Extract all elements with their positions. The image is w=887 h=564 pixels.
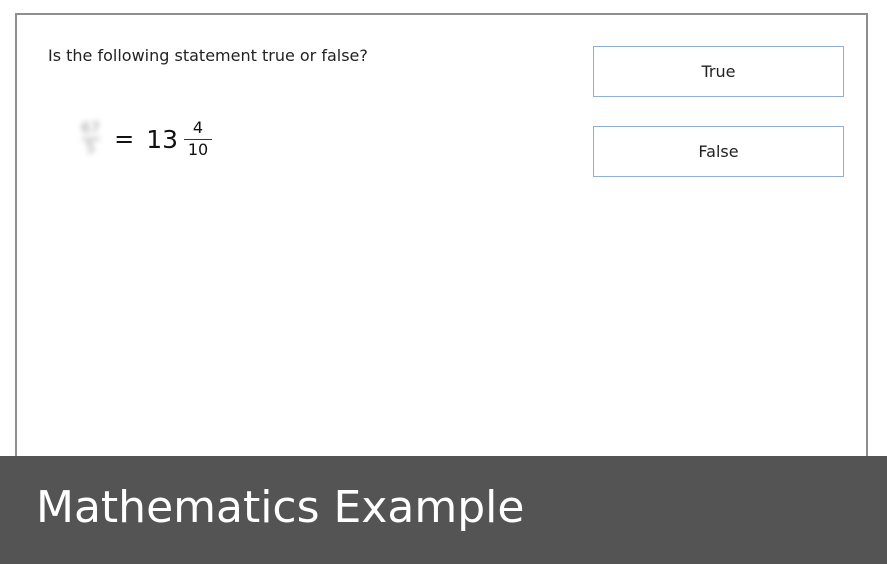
question-prompt: Is the following statement true or false… bbox=[48, 46, 368, 65]
fraction-denominator: 10 bbox=[187, 139, 209, 159]
proper-fraction: 4 10 bbox=[184, 117, 213, 159]
false-button[interactable]: False bbox=[593, 126, 844, 177]
true-button[interactable]: True bbox=[593, 46, 844, 97]
blurred-numerator: 67 bbox=[81, 119, 101, 138]
false-button-label: False bbox=[698, 142, 739, 161]
title-banner: Mathematics Example bbox=[0, 456, 887, 564]
question-card: Is the following statement true or false… bbox=[15, 13, 868, 473]
equation: 67 5 = 13 4 10 bbox=[81, 111, 213, 167]
banner-title: Mathematics Example bbox=[36, 482, 525, 533]
equals-sign: = bbox=[114, 125, 135, 153]
fraction-numerator: 4 bbox=[192, 117, 204, 137]
true-button-label: True bbox=[701, 62, 736, 81]
whole-number: 13 bbox=[146, 124, 179, 154]
blurred-denominator: 5 bbox=[85, 139, 96, 157]
blurred-fraction: 67 5 bbox=[81, 119, 101, 157]
